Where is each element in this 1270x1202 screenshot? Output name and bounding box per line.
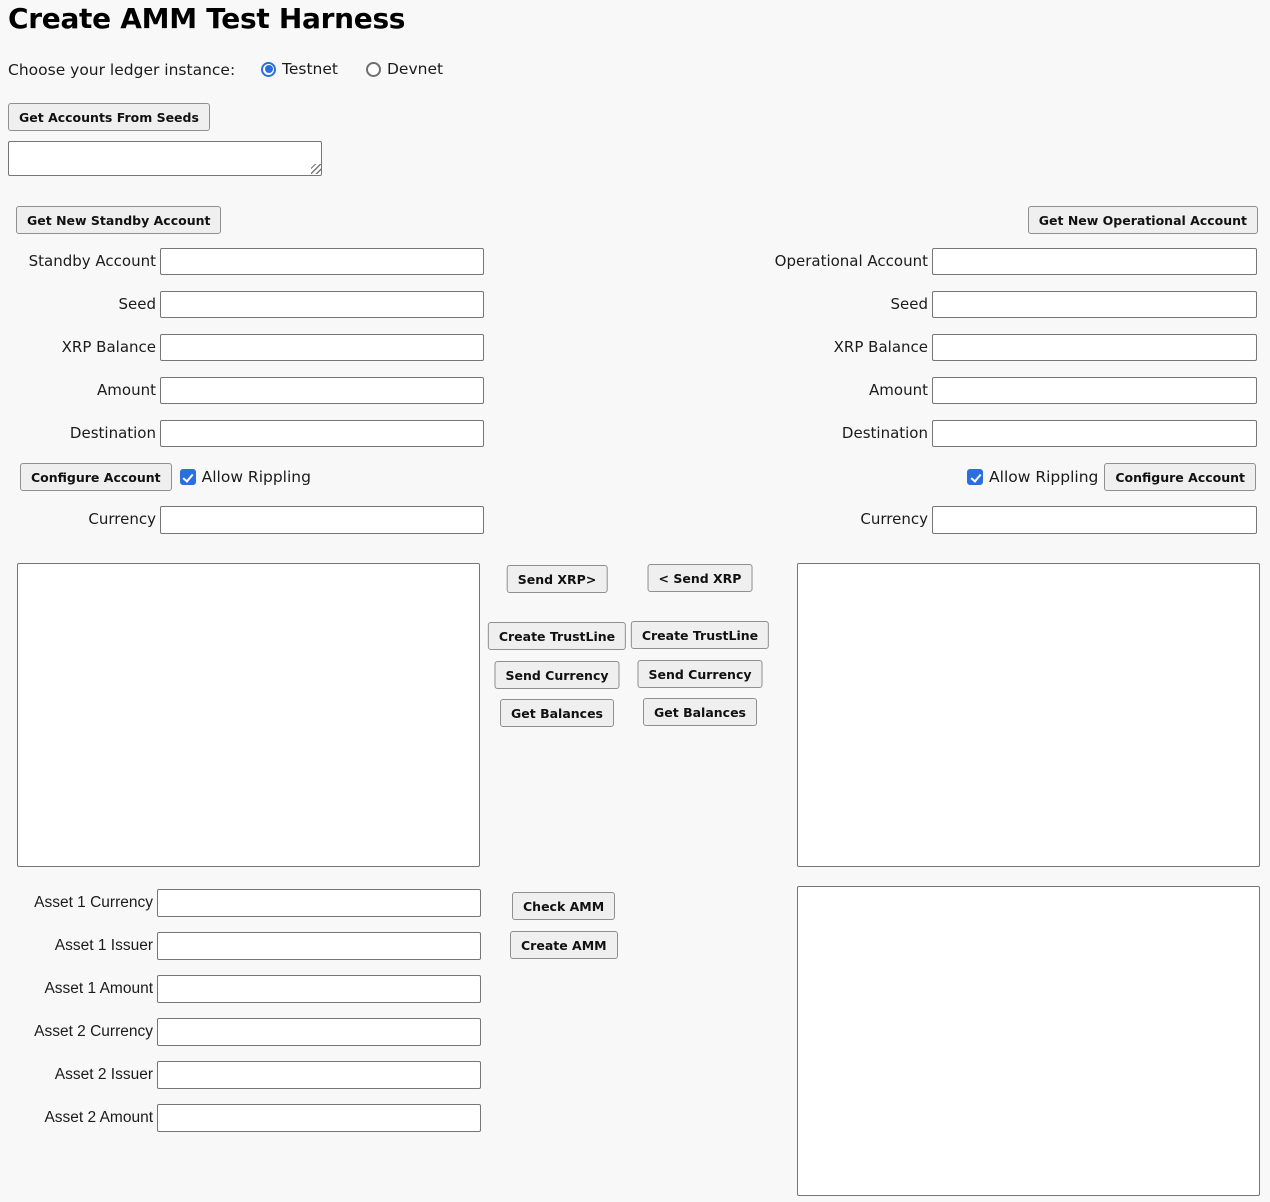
standby-xrp-balance-input[interactable] <box>160 334 484 361</box>
standby-configure-row: Configure Account Allow Rippling <box>20 463 311 491</box>
asset2-amount-label: Asset 2 Amount <box>0 1108 153 1127</box>
asset1-currency-input[interactable] <box>157 889 481 917</box>
asset2-currency-input[interactable] <box>157 1018 481 1046</box>
standby-seed-label: Seed <box>0 295 156 314</box>
standby-amount-input[interactable] <box>160 377 484 404</box>
get-new-operational-account-button[interactable]: Get New Operational Account <box>1028 206 1258 234</box>
standby-currency-input[interactable] <box>160 506 484 534</box>
standby-currency-label: Currency <box>0 510 156 529</box>
page-title: Create AMM Test Harness <box>8 2 405 36</box>
operational-xrp-balance-label: XRP Balance <box>600 338 928 357</box>
operational-amount-label: Amount <box>600 381 928 400</box>
standby-allow-rippling-label: Allow Rippling <box>202 468 311 486</box>
send-xrp-to-operational-button[interactable]: Send XRP> <box>507 565 608 593</box>
asset1-currency-label: Asset 1 Currency <box>0 893 153 912</box>
operational-configure-row: Allow Rippling Configure Account <box>967 463 1256 491</box>
seeds-textarea[interactable] <box>8 141 322 176</box>
standby-amount-label: Amount <box>0 381 156 400</box>
asset1-amount-label: Asset 1 Amount <box>0 979 153 998</box>
operational-results-textarea[interactable] <box>797 563 1260 867</box>
standby-results-textarea[interactable] <box>17 563 480 867</box>
create-amm-button[interactable]: Create AMM <box>510 931 618 959</box>
operational-xrp-balance-input[interactable] <box>932 334 1257 361</box>
operational-currency-label: Currency <box>600 510 928 529</box>
asset1-issuer-label: Asset 1 Issuer <box>0 936 153 955</box>
get-new-standby-account-button[interactable]: Get New Standby Account <box>16 206 221 234</box>
operational-amount-input[interactable] <box>932 377 1257 404</box>
radio-devnet[interactable]: Devnet <box>366 60 443 78</box>
amm-test-harness-page: Create AMM Test Harness Choose your ledg… <box>0 0 1270 1202</box>
send-currency-from-standby-button[interactable]: Send Currency <box>494 661 619 689</box>
operational-account-input[interactable] <box>932 248 1257 275</box>
radio-devnet-label: Devnet <box>387 60 443 78</box>
radio-selected-icon[interactable] <box>261 62 276 77</box>
radio-testnet-label: Testnet <box>282 60 338 78</box>
operational-destination-label: Destination <box>600 424 928 443</box>
standby-xrp-balance-label: XRP Balance <box>0 338 156 357</box>
radio-unselected-icon[interactable] <box>366 62 381 77</box>
operational-allow-rippling-label: Allow Rippling <box>989 468 1098 486</box>
get-standby-balances-button[interactable]: Get Balances <box>500 699 614 727</box>
send-currency-from-operational-button[interactable]: Send Currency <box>637 660 762 688</box>
standby-allow-rippling-checkbox[interactable] <box>180 469 196 485</box>
operational-seed-label: Seed <box>600 295 928 314</box>
create-trustline-from-operational-button[interactable]: Create TrustLine <box>631 621 769 649</box>
configure-operational-account-button[interactable]: Configure Account <box>1104 463 1256 491</box>
send-xrp-to-standby-button[interactable]: < Send XRP <box>648 564 753 592</box>
radio-testnet[interactable]: Testnet <box>261 60 338 78</box>
check-amm-button[interactable]: Check AMM <box>512 892 615 920</box>
asset2-issuer-label: Asset 2 Issuer <box>0 1065 153 1084</box>
standby-account-input[interactable] <box>160 248 484 275</box>
asset2-amount-input[interactable] <box>157 1104 481 1132</box>
resize-handle-icon[interactable] <box>311 164 321 174</box>
operational-allow-rippling-checkbox[interactable] <box>967 469 983 485</box>
asset1-issuer-input[interactable] <box>157 932 481 960</box>
get-operational-balances-button[interactable]: Get Balances <box>643 698 757 726</box>
standby-destination-label: Destination <box>0 424 156 443</box>
configure-standby-account-button[interactable]: Configure Account <box>20 463 172 491</box>
amm-results-textarea[interactable] <box>797 886 1260 1196</box>
asset1-amount-input[interactable] <box>157 975 481 1003</box>
get-accounts-from-seeds-button[interactable]: Get Accounts From Seeds <box>8 103 210 131</box>
operational-destination-input[interactable] <box>932 420 1257 447</box>
operational-account-label: Operational Account <box>600 252 928 271</box>
operational-seed-input[interactable] <box>932 291 1257 318</box>
asset2-currency-label: Asset 2 Currency <box>0 1022 153 1041</box>
standby-account-label: Standby Account <box>0 252 156 271</box>
create-trustline-from-standby-button[interactable]: Create TrustLine <box>488 622 626 650</box>
standby-seed-input[interactable] <box>160 291 484 318</box>
asset2-issuer-input[interactable] <box>157 1061 481 1089</box>
operational-currency-input[interactable] <box>932 506 1257 534</box>
ledger-instance-label: Choose your ledger instance: <box>8 61 235 80</box>
standby-destination-input[interactable] <box>160 420 484 447</box>
